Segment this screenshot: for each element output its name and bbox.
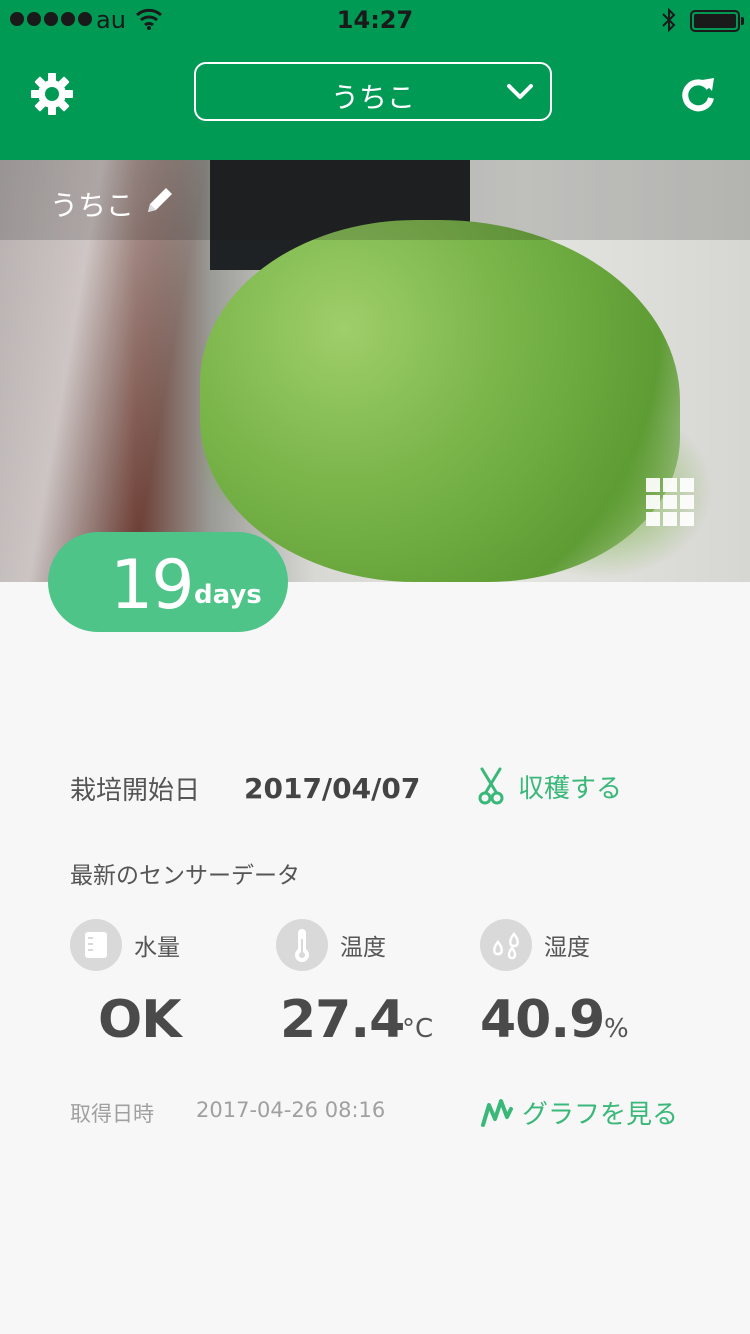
battery-icon bbox=[690, 10, 744, 32]
temperature-value: 27.4 bbox=[280, 990, 405, 1050]
view-graph-label: グラフを見る bbox=[522, 1099, 679, 1130]
fetched-time-label: 取得日時 bbox=[70, 1102, 154, 1126]
edit-pencil-icon[interactable] bbox=[144, 184, 176, 216]
plant-camera-photo[interactable]: うちこ bbox=[0, 160, 750, 582]
sensor-section-title: 最新のセンサーデータ bbox=[70, 863, 300, 889]
refresh-icon[interactable] bbox=[680, 74, 716, 112]
days-counter-badge: 19 days bbox=[48, 532, 288, 632]
temperature-unit: °C bbox=[402, 1014, 434, 1044]
line-graph-icon bbox=[481, 1099, 513, 1127]
chevron-down-icon bbox=[507, 84, 533, 99]
plant-selector-label: うちこ bbox=[330, 81, 415, 114]
humidity-label: 湿度 bbox=[544, 935, 590, 961]
photo-title-bar: うちこ bbox=[0, 160, 750, 240]
harvest-label: 収穫する bbox=[518, 773, 623, 804]
water-level-value: OK bbox=[98, 990, 181, 1050]
start-date-value: 2017/04/07 bbox=[244, 772, 421, 805]
plant-selector-dropdown[interactable]: うちこ bbox=[194, 62, 552, 121]
scissors-icon bbox=[478, 767, 504, 805]
temperature-metric: 温度 bbox=[276, 919, 386, 971]
bluetooth-icon bbox=[662, 7, 676, 33]
view-graph-button[interactable]: グラフを見る bbox=[480, 1092, 678, 1132]
photo-lettuce-leaves bbox=[200, 220, 680, 582]
harvest-button[interactable]: 収穫する bbox=[476, 766, 622, 806]
status-bar: au 14:27 bbox=[0, 0, 750, 40]
navigation-bar: うちこ bbox=[0, 40, 750, 160]
temperature-label: 温度 bbox=[340, 935, 386, 961]
humidity-value: 40.9 bbox=[480, 990, 605, 1050]
water-tank-icon bbox=[70, 919, 122, 971]
water-drops-icon bbox=[480, 919, 532, 971]
status-time: 14:27 bbox=[336, 6, 414, 34]
start-date-label: 栽培開始日 bbox=[70, 776, 201, 806]
water-level-label: 水量 bbox=[134, 935, 180, 961]
humidity-unit: % bbox=[604, 1014, 629, 1044]
settings-gear-icon[interactable] bbox=[30, 72, 74, 116]
water-level-metric: 水量 bbox=[70, 919, 180, 971]
days-count: 19 bbox=[110, 546, 195, 625]
plant-name: うちこ bbox=[50, 189, 135, 222]
fetched-time-value: 2017-04-26 08:16 bbox=[196, 1098, 386, 1122]
days-unit: days bbox=[194, 580, 262, 610]
thermometer-icon bbox=[276, 919, 328, 971]
gallery-grid-icon[interactable] bbox=[646, 478, 694, 526]
humidity-metric: 湿度 bbox=[480, 919, 590, 971]
